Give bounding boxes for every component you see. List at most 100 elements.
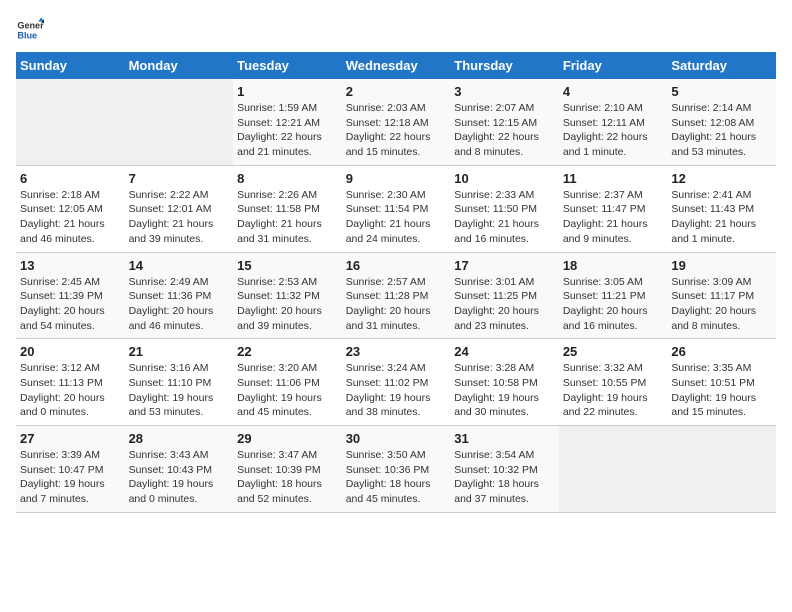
- day-detail: Sunrise: 3:05 AM Sunset: 11:21 PM Daylig…: [563, 275, 664, 334]
- day-detail: Sunrise: 3:43 AM Sunset: 10:43 PM Daylig…: [129, 448, 230, 507]
- day-detail: Sunrise: 3:12 AM Sunset: 11:13 PM Daylig…: [20, 361, 121, 420]
- day-detail: Sunrise: 1:59 AM Sunset: 12:21 AM Daylig…: [237, 101, 338, 160]
- calendar-cell: [559, 426, 668, 513]
- day-detail: Sunrise: 2:45 AM Sunset: 11:39 PM Daylig…: [20, 275, 121, 334]
- day-number: 11: [563, 171, 664, 186]
- day-detail: Sunrise: 2:22 AM Sunset: 12:01 AM Daylig…: [129, 188, 230, 247]
- day-detail: Sunrise: 2:03 AM Sunset: 12:18 AM Daylig…: [346, 101, 447, 160]
- day-number: 20: [20, 344, 121, 359]
- week-row-4: 20 Sunrise: 3:12 AM Sunset: 11:13 PM Dayl…: [16, 339, 776, 426]
- calendar-cell: 13 Sunrise: 2:45 AM Sunset: 11:39 PM Dayl…: [16, 252, 125, 339]
- calendar-cell: 8 Sunrise: 2:26 AM Sunset: 11:58 PM Dayli…: [233, 165, 342, 252]
- day-number: 13: [20, 258, 121, 273]
- calendar-cell: 1 Sunrise: 1:59 AM Sunset: 12:21 AM Dayli…: [233, 79, 342, 165]
- day-number: 5: [671, 84, 772, 99]
- day-number: 6: [20, 171, 121, 186]
- day-detail: Sunrise: 2:26 AM Sunset: 11:58 PM Daylig…: [237, 188, 338, 247]
- calendar-cell: 23 Sunrise: 3:24 AM Sunset: 11:02 PM Dayl…: [342, 339, 451, 426]
- day-number: 23: [346, 344, 447, 359]
- day-detail: Sunrise: 2:18 AM Sunset: 12:05 AM Daylig…: [20, 188, 121, 247]
- day-detail: Sunrise: 3:39 AM Sunset: 10:47 PM Daylig…: [20, 448, 121, 507]
- calendar-cell: [667, 426, 776, 513]
- day-number: 31: [454, 431, 555, 446]
- day-detail: Sunrise: 2:41 AM Sunset: 11:43 PM Daylig…: [671, 188, 772, 247]
- calendar-cell: 6 Sunrise: 2:18 AM Sunset: 12:05 AM Dayli…: [16, 165, 125, 252]
- day-number: 12: [671, 171, 772, 186]
- calendar-cell: 11 Sunrise: 2:37 AM Sunset: 11:47 PM Dayl…: [559, 165, 668, 252]
- calendar-cell: [16, 79, 125, 165]
- day-number: 19: [671, 258, 772, 273]
- logo: General Blue: [16, 16, 44, 44]
- calendar-cell: 3 Sunrise: 2:07 AM Sunset: 12:15 AM Dayli…: [450, 79, 559, 165]
- weekday-header-monday: Monday: [125, 52, 234, 79]
- calendar-cell: 12 Sunrise: 2:41 AM Sunset: 11:43 PM Dayl…: [667, 165, 776, 252]
- weekday-header-wednesday: Wednesday: [342, 52, 451, 79]
- day-number: 17: [454, 258, 555, 273]
- day-number: 24: [454, 344, 555, 359]
- day-detail: Sunrise: 3:47 AM Sunset: 10:39 PM Daylig…: [237, 448, 338, 507]
- weekday-header-thursday: Thursday: [450, 52, 559, 79]
- day-number: 8: [237, 171, 338, 186]
- calendar-cell: 16 Sunrise: 2:57 AM Sunset: 11:28 PM Dayl…: [342, 252, 451, 339]
- day-detail: Sunrise: 3:28 AM Sunset: 10:58 PM Daylig…: [454, 361, 555, 420]
- day-number: 10: [454, 171, 555, 186]
- day-detail: Sunrise: 2:10 AM Sunset: 12:11 AM Daylig…: [563, 101, 664, 160]
- day-detail: Sunrise: 3:35 AM Sunset: 10:51 PM Daylig…: [671, 361, 772, 420]
- day-number: 15: [237, 258, 338, 273]
- day-number: 4: [563, 84, 664, 99]
- calendar-cell: 30Sunrise: 3:50 AM Sunset: 10:36 PM Dayl…: [342, 426, 451, 513]
- day-detail: Sunrise: 2:07 AM Sunset: 12:15 AM Daylig…: [454, 101, 555, 160]
- week-row-5: 27 Sunrise: 3:39 AM Sunset: 10:47 PM Dayl…: [16, 426, 776, 513]
- calendar-cell: 4 Sunrise: 2:10 AM Sunset: 12:11 AM Dayli…: [559, 79, 668, 165]
- calendar-cell: 18Sunrise: 3:05 AM Sunset: 11:21 PM Dayl…: [559, 252, 668, 339]
- calendar-cell: 27 Sunrise: 3:39 AM Sunset: 10:47 PM Dayl…: [16, 426, 125, 513]
- day-detail: Sunrise: 3:32 AM Sunset: 10:55 PM Daylig…: [563, 361, 664, 420]
- weekday-header-tuesday: Tuesday: [233, 52, 342, 79]
- day-detail: Sunrise: 3:09 AM Sunset: 11:17 PM Daylig…: [671, 275, 772, 334]
- calendar-cell: 21Sunrise: 3:16 AM Sunset: 11:10 PM Dayl…: [125, 339, 234, 426]
- calendar-cell: 29Sunrise: 3:47 AM Sunset: 10:39 PM Dayl…: [233, 426, 342, 513]
- day-number: 2: [346, 84, 447, 99]
- day-number: 14: [129, 258, 230, 273]
- week-row-2: 6 Sunrise: 2:18 AM Sunset: 12:05 AM Dayli…: [16, 165, 776, 252]
- day-detail: Sunrise: 3:24 AM Sunset: 11:02 PM Daylig…: [346, 361, 447, 420]
- day-number: 3: [454, 84, 555, 99]
- day-number: 16: [346, 258, 447, 273]
- day-detail: Sunrise: 2:57 AM Sunset: 11:28 PM Daylig…: [346, 275, 447, 334]
- day-detail: Sunrise: 2:53 AM Sunset: 11:32 PM Daylig…: [237, 275, 338, 334]
- calendar-cell: 26 Sunrise: 3:35 AM Sunset: 10:51 PM Dayl…: [667, 339, 776, 426]
- calendar-cell: 5 Sunrise: 2:14 AM Sunset: 12:08 AM Dayli…: [667, 79, 776, 165]
- calendar-cell: 31Sunrise: 3:54 AM Sunset: 10:32 PM Dayl…: [450, 426, 559, 513]
- calendar-cell: 9Sunrise: 2:30 AM Sunset: 11:54 PM Dayli…: [342, 165, 451, 252]
- calendar-cell: 2 Sunrise: 2:03 AM Sunset: 12:18 AM Dayli…: [342, 79, 451, 165]
- day-detail: Sunrise: 3:16 AM Sunset: 11:10 PM Daylig…: [129, 361, 230, 420]
- calendar-cell: [125, 79, 234, 165]
- calendar-cell: 28Sunrise: 3:43 AM Sunset: 10:43 PM Dayl…: [125, 426, 234, 513]
- day-detail: Sunrise: 2:49 AM Sunset: 11:36 PM Daylig…: [129, 275, 230, 334]
- calendar-cell: 17Sunrise: 3:01 AM Sunset: 11:25 PM Dayl…: [450, 252, 559, 339]
- calendar-cell: 25 Sunrise: 3:32 AM Sunset: 10:55 PM Dayl…: [559, 339, 668, 426]
- day-number: 27: [20, 431, 121, 446]
- day-detail: Sunrise: 2:37 AM Sunset: 11:47 PM Daylig…: [563, 188, 664, 247]
- weekday-header-sunday: Sunday: [16, 52, 125, 79]
- week-row-3: 13 Sunrise: 2:45 AM Sunset: 11:39 PM Dayl…: [16, 252, 776, 339]
- day-detail: Sunrise: 2:33 AM Sunset: 11:50 PM Daylig…: [454, 188, 555, 247]
- logo-icon: General Blue: [16, 16, 44, 44]
- day-number: 1: [237, 84, 338, 99]
- calendar-cell: 15 Sunrise: 2:53 AM Sunset: 11:32 PM Dayl…: [233, 252, 342, 339]
- day-detail: Sunrise: 3:20 AM Sunset: 11:06 PM Daylig…: [237, 361, 338, 420]
- week-row-1: 1 Sunrise: 1:59 AM Sunset: 12:21 AM Dayli…: [16, 79, 776, 165]
- day-number: 22: [237, 344, 338, 359]
- calendar-cell: 7Sunrise: 2:22 AM Sunset: 12:01 AM Dayli…: [125, 165, 234, 252]
- weekday-header-saturday: Saturday: [667, 52, 776, 79]
- calendar-cell: 24 Sunrise: 3:28 AM Sunset: 10:58 PM Dayl…: [450, 339, 559, 426]
- day-detail: Sunrise: 2:14 AM Sunset: 12:08 AM Daylig…: [671, 101, 772, 160]
- calendar-cell: 19 Sunrise: 3:09 AM Sunset: 11:17 PM Dayl…: [667, 252, 776, 339]
- day-number: 30: [346, 431, 447, 446]
- calendar-cell: 14 Sunrise: 2:49 AM Sunset: 11:36 PM Dayl…: [125, 252, 234, 339]
- calendar-cell: 22 Sunrise: 3:20 AM Sunset: 11:06 PM Dayl…: [233, 339, 342, 426]
- day-number: 25: [563, 344, 664, 359]
- calendar-cell: 20 Sunrise: 3:12 AM Sunset: 11:13 PM Dayl…: [16, 339, 125, 426]
- calendar-table: SundayMondayTuesdayWednesdayThursdayFrid…: [16, 52, 776, 513]
- day-number: 26: [671, 344, 772, 359]
